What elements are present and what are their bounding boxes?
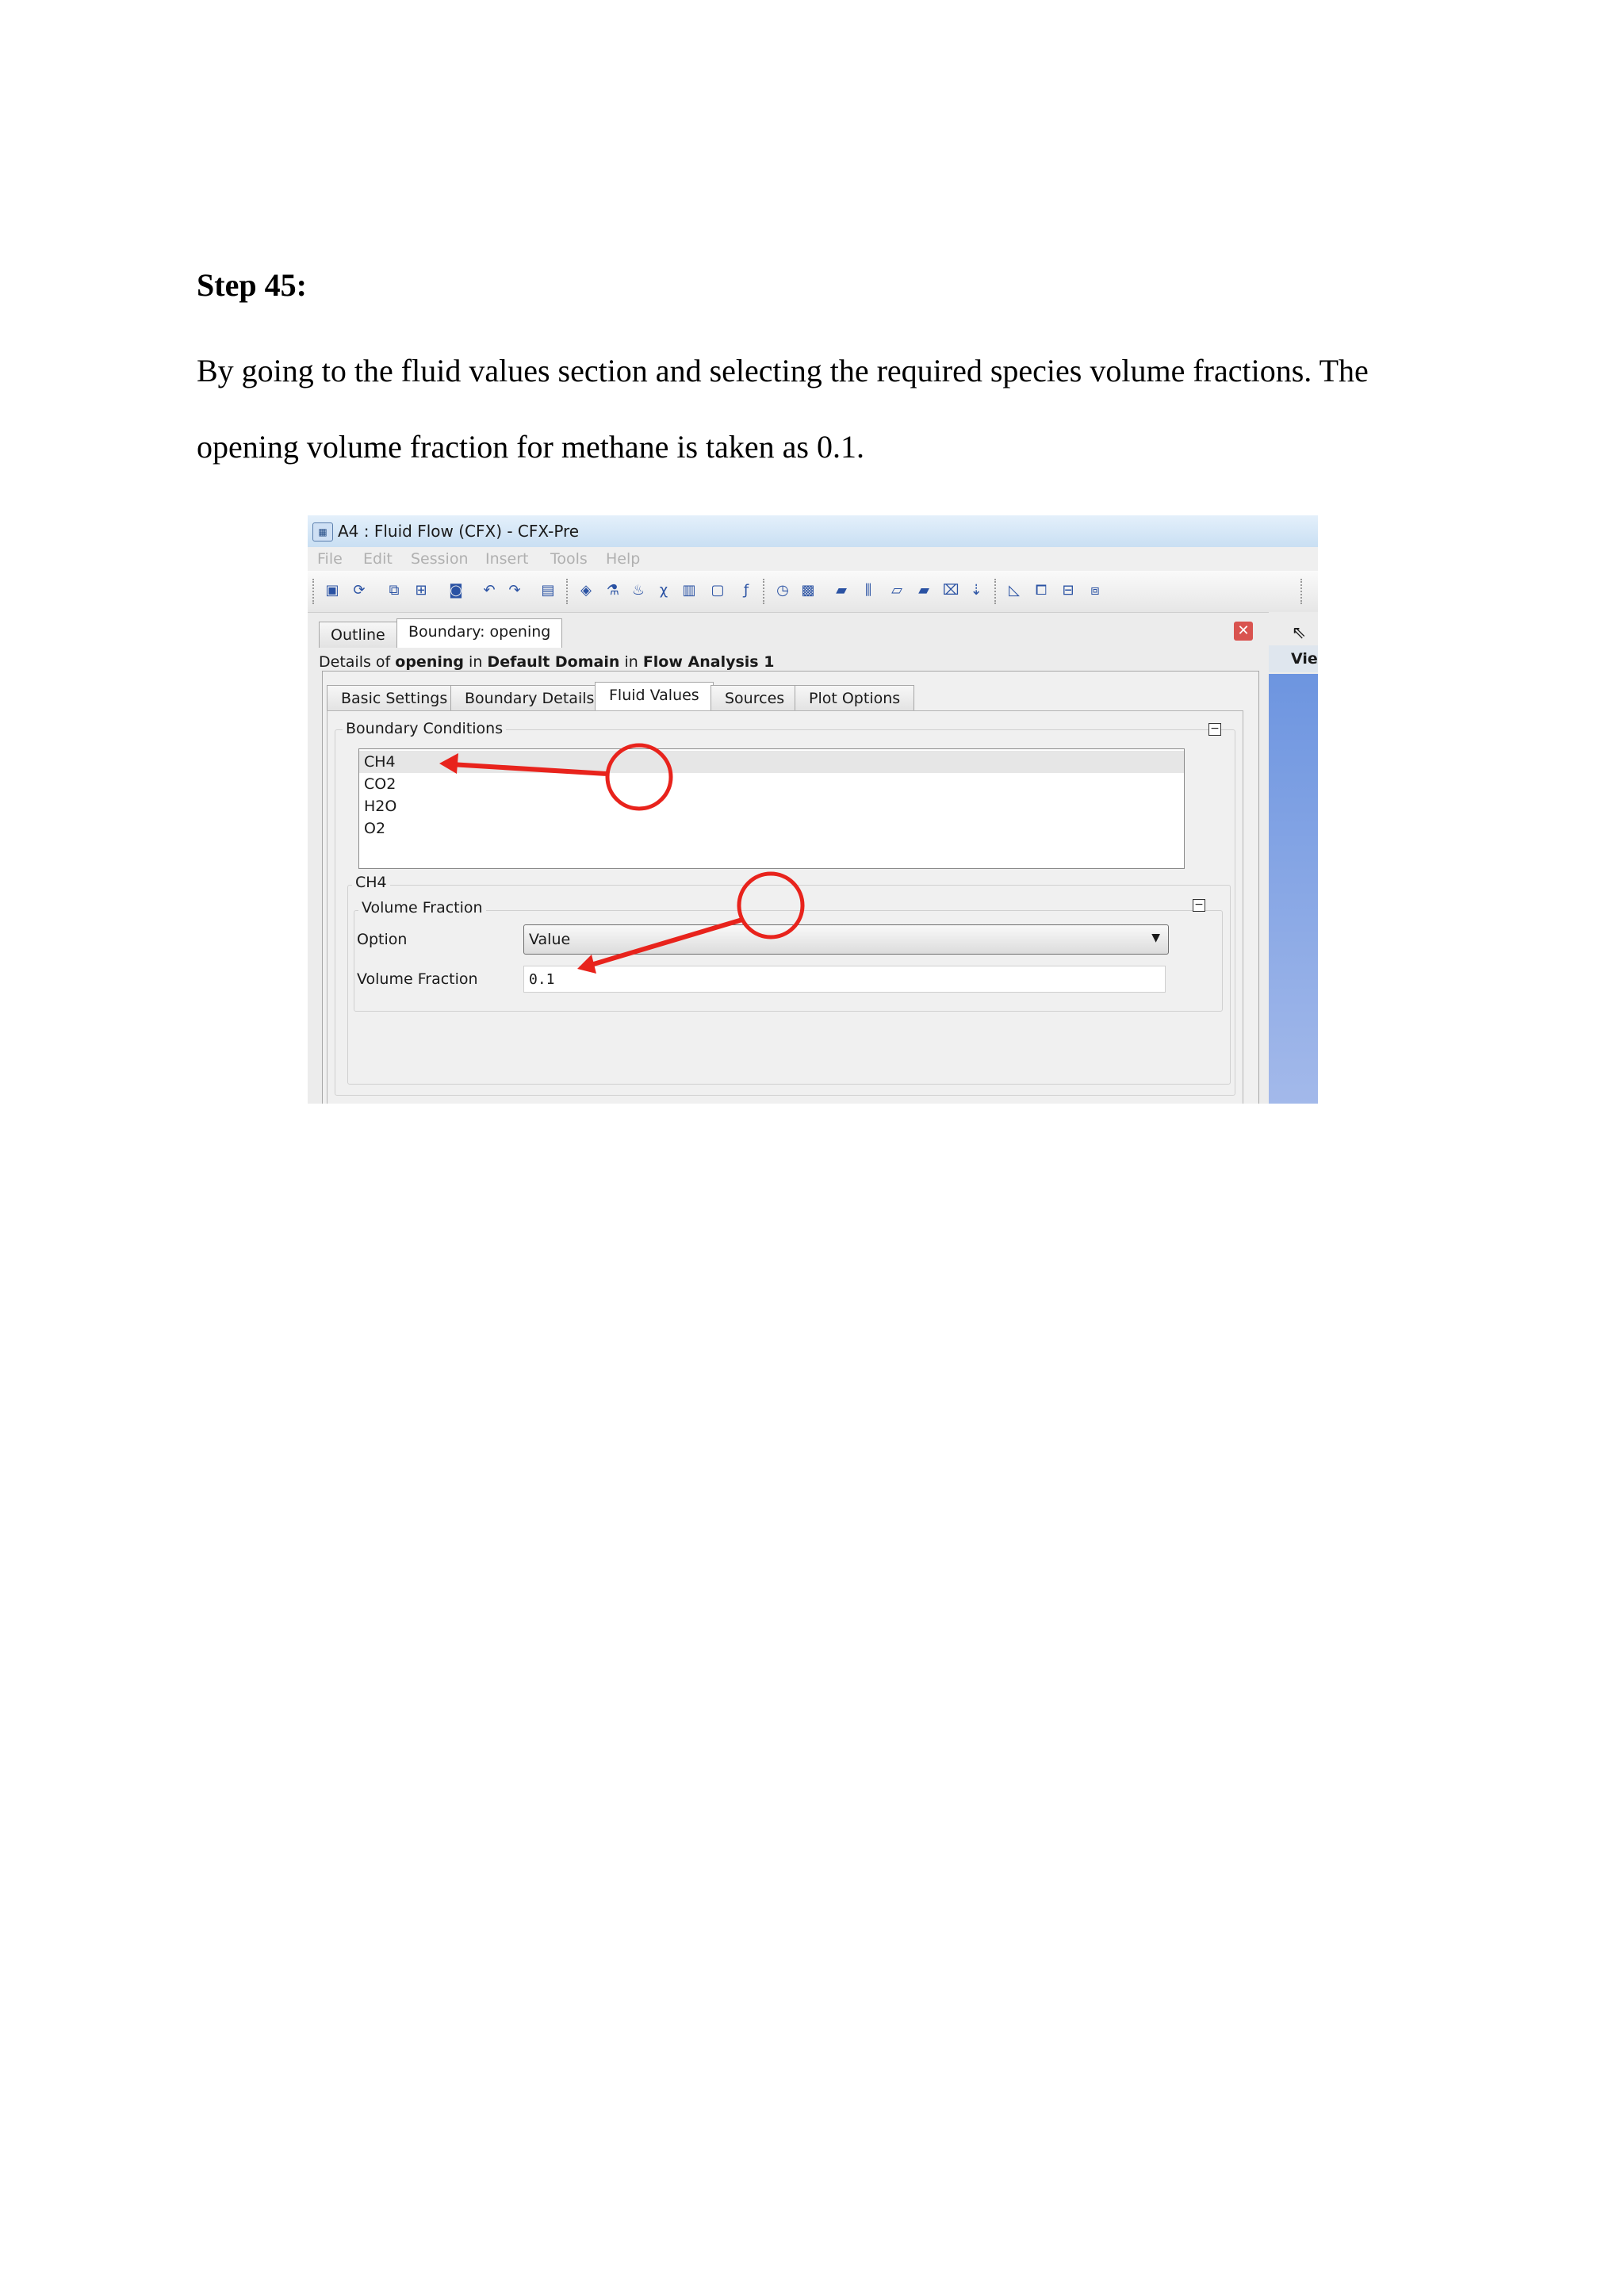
arrow-head-icon [439,753,458,774]
annotation-arrow-fraction [588,917,743,968]
annotation-arrow-species [450,762,608,776]
annotation-overlay [439,743,805,974]
cfx-pre-screenshot: ▦ A4 : Fluid Flow (CFX) - CFX-Pre File E… [308,515,1318,1104]
highlight-circle-species [605,743,673,811]
step-heading: Step 45: [197,267,307,303]
step-description: By going to the fluid values section and… [197,353,1369,465]
arrow-head-icon [577,955,596,974]
highlight-circle-fraction [737,871,805,939]
